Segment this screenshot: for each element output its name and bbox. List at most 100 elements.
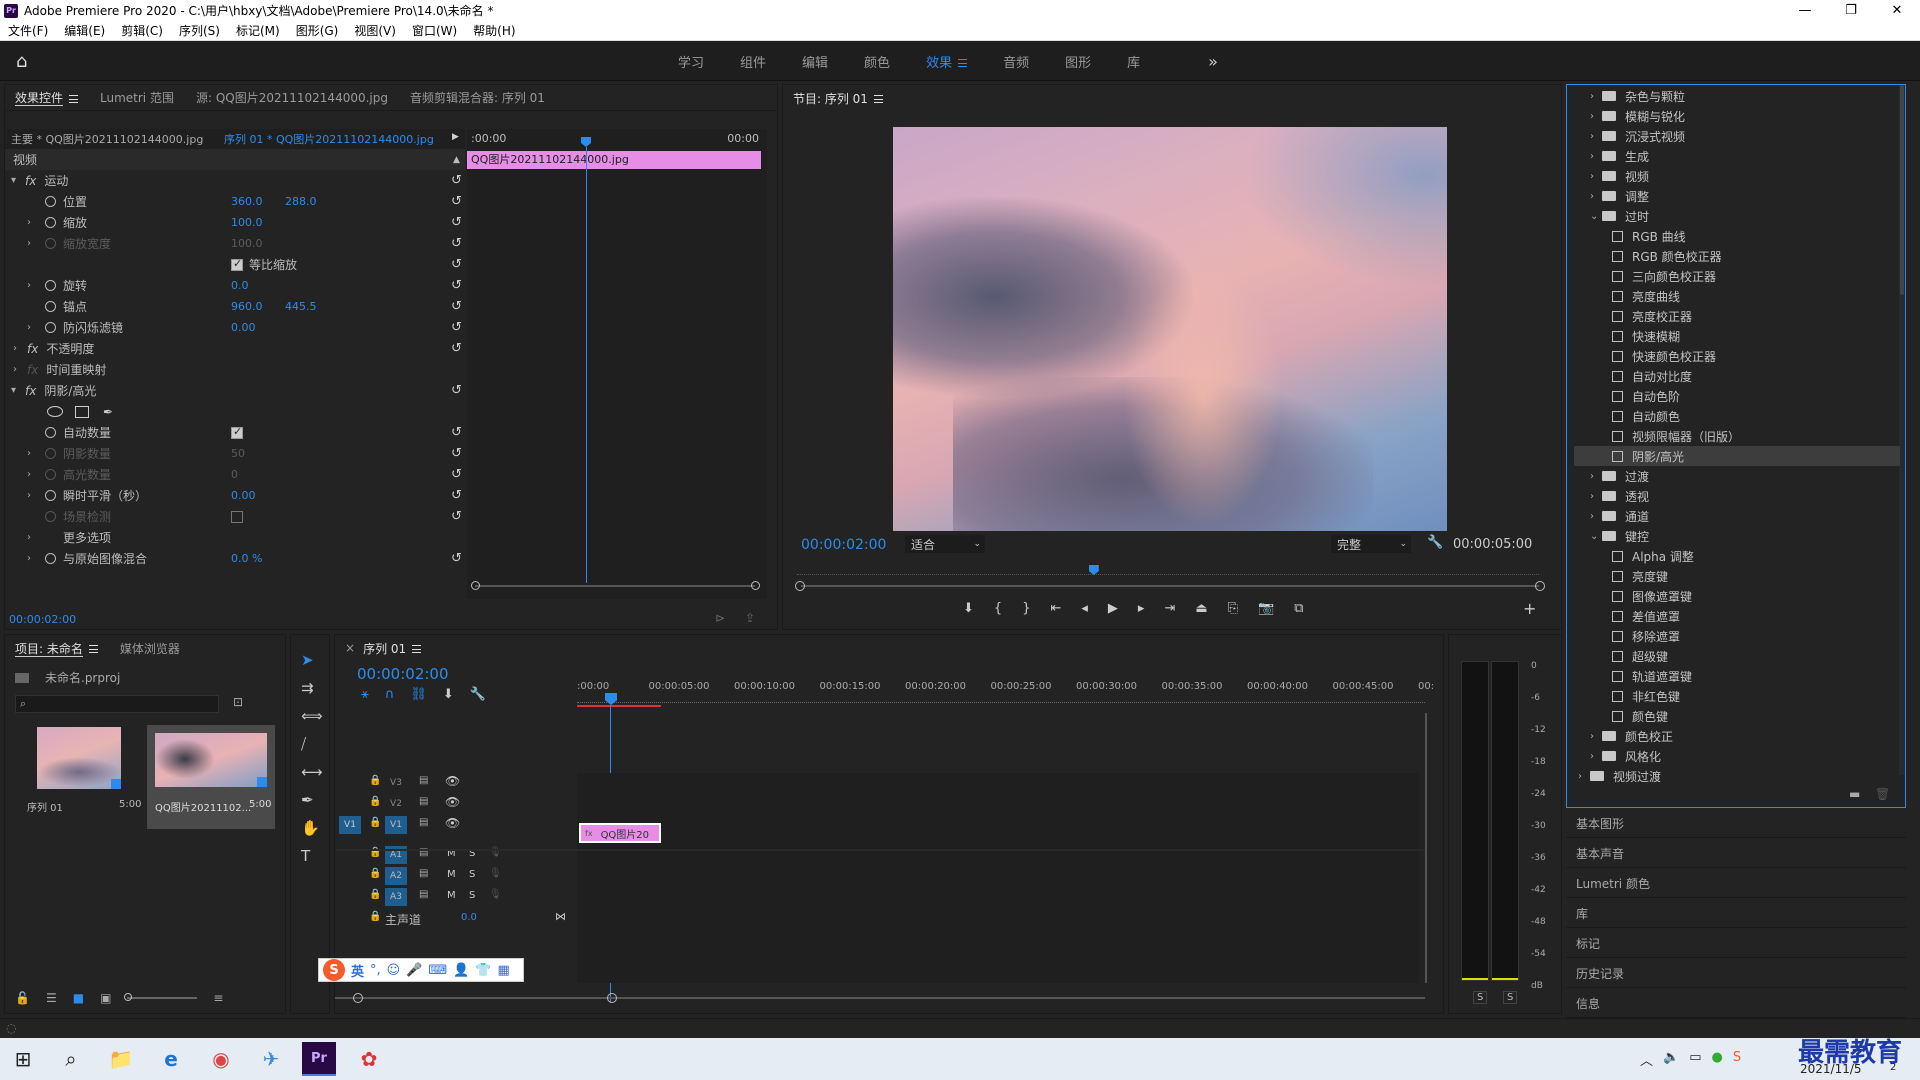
effect-item[interactable]: 移除遮罩 xyxy=(1574,626,1900,646)
ec-export-icon[interactable]: ⇪ xyxy=(745,611,755,625)
program-ruler[interactable] xyxy=(797,561,1539,575)
effect-item[interactable]: 快速模糊 xyxy=(1574,326,1900,346)
punctuation-icon[interactable]: °, xyxy=(370,963,381,978)
emoji-icon[interactable]: ☺ xyxy=(387,963,401,978)
track-lock-icon[interactable]: 🔒 xyxy=(369,911,381,922)
chevron-right-icon[interactable]: › xyxy=(1578,771,1590,782)
close-button[interactable]: ✕ xyxy=(1874,0,1920,21)
taskbar-date[interactable]: 2021/11/5 xyxy=(1800,1062,1862,1076)
effect-folder[interactable]: › 杂色与颗粒 xyxy=(1574,86,1900,106)
menu-icon[interactable] xyxy=(88,645,98,653)
program-scroll-left-handle[interactable] xyxy=(795,581,805,591)
time-remap-row[interactable]: › fx 时间重映射 xyxy=(5,359,465,380)
menu-icon[interactable] xyxy=(69,94,79,103)
track-header-a3[interactable]: 🔒 A3 ▤ M S 🎙 xyxy=(335,887,577,907)
work-area-bar[interactable] xyxy=(577,705,661,707)
reset-icon[interactable]: ↺ xyxy=(451,446,462,461)
track-lock-icon[interactable]: 🔒 xyxy=(369,817,381,828)
stopwatch-icon[interactable] xyxy=(45,196,56,207)
track-select-tool-icon[interactable]: ⇉ xyxy=(301,679,323,697)
snap-icon[interactable]: ∩ xyxy=(385,687,395,702)
meter-solo-left[interactable]: S xyxy=(1473,991,1488,1004)
tab-source[interactable]: 源: QQ图片20211102144000.jpg xyxy=(196,89,388,106)
nest-toggle-icon[interactable]: ⚹ xyxy=(361,687,369,702)
meter-solo-right[interactable]: S xyxy=(1503,991,1518,1004)
toggle-output-eye-icon[interactable]: 👁 xyxy=(445,774,460,788)
chevron-right-icon[interactable]: › xyxy=(27,217,39,228)
chevron-right-icon[interactable]: › xyxy=(1590,131,1602,142)
collapse-up-icon[interactable]: ▲ xyxy=(453,155,460,165)
chevron-right-icon[interactable]: › xyxy=(13,364,25,375)
anchor-x-value[interactable]: 960.0 xyxy=(231,300,263,313)
mute-button[interactable]: M xyxy=(447,869,456,880)
uniform-scale-checkbox[interactable] xyxy=(231,257,243,271)
collapsed-panel-header[interactable]: 基本图形 xyxy=(1566,810,1906,838)
ec-scroll-handle-right[interactable] xyxy=(751,581,760,590)
play-only-triangle-icon[interactable]: ▶ xyxy=(452,132,459,142)
reset-icon[interactable]: ↺ xyxy=(451,236,462,251)
collapsed-panel-header[interactable]: 标记 xyxy=(1566,930,1906,958)
chevron-right-icon[interactable]: › xyxy=(1590,91,1602,102)
icon-view-icon[interactable]: ■ xyxy=(73,991,84,1005)
track-target-label[interactable]: V1 xyxy=(385,816,407,834)
chevron-down-icon[interactable]: ▾ xyxy=(11,175,23,186)
wrench-icon[interactable]: 🔧 xyxy=(1427,535,1443,550)
ec-zoom-scrollbar[interactable] xyxy=(475,585,755,587)
program-video-frame[interactable] xyxy=(893,127,1447,531)
chevron-right-icon[interactable]: › xyxy=(27,532,39,543)
stopwatch-icon[interactable] xyxy=(45,490,56,501)
tab-project[interactable]: 项目: 未命名 xyxy=(15,640,98,657)
effect-item[interactable]: Alpha 调整 xyxy=(1574,546,1900,566)
tab-lumetri-scopes[interactable]: Lumetri 范围 xyxy=(100,89,174,106)
minimize-button[interactable]: — xyxy=(1782,0,1828,21)
menu-icon[interactable] xyxy=(873,95,883,103)
sync-lock-icon[interactable]: ▤ xyxy=(419,775,428,786)
effect-folder[interactable]: ⌄ 过时 xyxy=(1574,206,1900,226)
paint-app-icon[interactable]: ✿ xyxy=(352,1042,386,1076)
sync-lock-icon[interactable]: ▤ xyxy=(419,889,428,900)
effect-item[interactable]: 阴影/高光 xyxy=(1574,446,1900,466)
keyboard-icon[interactable]: ⌨ xyxy=(428,963,447,978)
list-view-icon[interactable]: ☰ xyxy=(46,991,57,1005)
sort-icon[interactable]: ≡ xyxy=(213,991,223,1005)
fx-icon[interactable]: fx xyxy=(25,384,36,398)
collapsed-panel-header[interactable]: 历史记录 xyxy=(1566,960,1906,988)
stopwatch-icon[interactable] xyxy=(45,301,56,312)
slip-tool-icon[interactable]: ⟷ xyxy=(301,763,323,781)
quality-dropdown[interactable]: 完整 ⌄ xyxy=(1331,535,1411,553)
ec-playhead-icon[interactable] xyxy=(581,137,591,147)
effects-new-bin-icon[interactable]: ▬ xyxy=(1849,787,1860,801)
type-tool-icon[interactable]: T xyxy=(301,847,323,865)
effect-item[interactable]: 视频限幅器（旧版） xyxy=(1574,426,1900,446)
chevron-right-icon[interactable]: › xyxy=(27,322,39,333)
search-icon[interactable]: ⌕ xyxy=(54,1042,88,1076)
voice-icon[interactable]: 🎤 xyxy=(406,963,422,978)
tray-app-icon[interactable]: ● xyxy=(1712,1050,1723,1069)
lock-icon[interactable]: 🔓 xyxy=(15,991,30,1005)
go-to-out-icon[interactable]: ⇥ xyxy=(1164,601,1175,616)
track-lock-icon[interactable]: 🔒 xyxy=(369,868,381,879)
workspace-more-button[interactable]: » xyxy=(1208,52,1218,71)
voiceover-mic-icon[interactable]: 🎙 xyxy=(489,889,502,900)
workspace-tab-effects[interactable]: 效果 xyxy=(926,52,968,71)
selection-tool-icon[interactable]: ➤ xyxy=(301,651,323,669)
track-target-label[interactable]: V3 xyxy=(385,774,407,792)
menu-icon[interactable] xyxy=(412,645,422,653)
chevron-right-icon[interactable]: › xyxy=(1590,151,1602,162)
track-header-v2[interactable]: 🔒 V2 ▤ 👁 xyxy=(335,794,577,814)
solo-button[interactable]: S xyxy=(469,890,475,901)
reset-icon[interactable]: ↺ xyxy=(451,467,462,482)
freeform-view-icon[interactable]: ▣ xyxy=(100,991,111,1005)
add-button-icon[interactable]: + xyxy=(1523,599,1536,618)
mark-in-icon[interactable]: { xyxy=(994,601,1002,616)
workspace-tab-graphics[interactable]: 图形 xyxy=(1065,52,1091,71)
effect-item[interactable]: 自动颜色 xyxy=(1574,406,1900,426)
chevron-right-icon[interactable]: › xyxy=(1590,491,1602,502)
reset-icon[interactable]: ↺ xyxy=(451,194,462,209)
reset-icon[interactable]: ↺ xyxy=(451,299,462,314)
play-icon[interactable]: ▶ xyxy=(1108,601,1118,616)
timeline-clip-v1[interactable]: fx QQ图片20 xyxy=(579,823,661,843)
opacity-effect-row[interactable]: › fx 不透明度 ↺ xyxy=(5,338,465,359)
track-header-v1[interactable]: V1 🔒 V1 ▤ 👁 xyxy=(335,815,577,835)
menu-markers[interactable]: 标记(M) xyxy=(228,22,288,39)
